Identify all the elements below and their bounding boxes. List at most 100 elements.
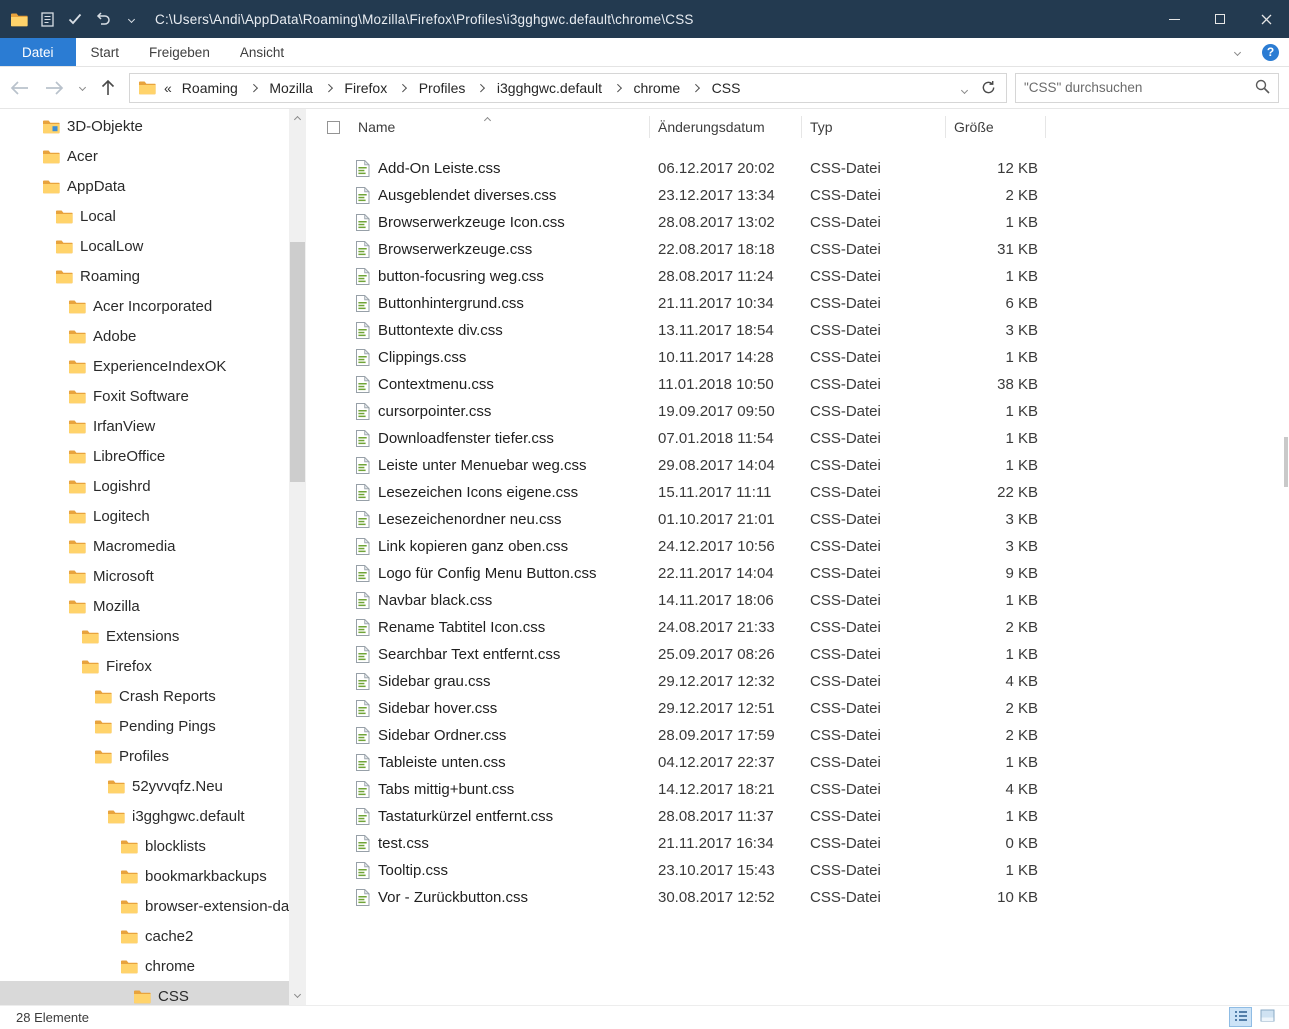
file-row[interactable]: Sidebar hover.css29.12.2017 12:51CSS-Dat… [320, 695, 1289, 722]
breadcrumb-item-firefox[interactable]: Firefox [338, 80, 393, 96]
minimize-button[interactable] [1151, 0, 1197, 38]
file-row[interactable]: Browserwerkzeuge Icon.css28.08.2017 13:0… [320, 209, 1289, 236]
sidebar-item-experienceindexok[interactable]: ExperienceIndexOK [0, 351, 289, 381]
sidebar-item-irfanview[interactable]: IrfanView [0, 411, 289, 441]
sidebar-item-logishrd[interactable]: Logishrd [0, 471, 289, 501]
ribbon-expand-chevron-icon[interactable] [1228, 43, 1246, 61]
sidebar-item-pending-pings[interactable]: Pending Pings [0, 711, 289, 741]
ribbon-tab-ansicht[interactable]: Ansicht [225, 38, 299, 66]
sidebar-item-firefox[interactable]: Firefox [0, 651, 289, 681]
column-header-type[interactable]: Typ [802, 116, 946, 138]
breadcrumb-separator-icon[interactable] [325, 84, 333, 92]
maximize-button[interactable] [1197, 0, 1243, 38]
file-row[interactable]: Clippings.css10.11.2017 14:28CSS-Datei1 … [320, 344, 1289, 371]
thumbnails-view-button[interactable] [1256, 1007, 1279, 1027]
forward-button[interactable] [45, 81, 64, 95]
file-row[interactable]: Rename Tabtitel Icon.css24.08.2017 21:33… [320, 614, 1289, 641]
refresh-icon[interactable] [981, 80, 996, 95]
sidebar-item-3d-objekte[interactable]: 3D-Objekte [0, 111, 289, 141]
back-button[interactable] [10, 81, 29, 95]
scroll-up-icon[interactable] [289, 111, 306, 128]
sidebar-item-libreoffice[interactable]: LibreOffice [0, 441, 289, 471]
breadcrumb-separator-icon[interactable] [250, 84, 258, 92]
sidebar-item-roaming[interactable]: Roaming [0, 261, 289, 291]
file-row[interactable]: Add-On Leiste.css06.12.2017 20:02CSS-Dat… [320, 155, 1289, 182]
breadcrumb-item-i3gghgwc-default[interactable]: i3gghgwc.default [491, 80, 608, 96]
file-row[interactable]: Tooltip.css23.10.2017 15:43CSS-Datei1 KB [320, 857, 1289, 884]
search-input[interactable] [1024, 80, 1255, 95]
sidebar-item-i3gghgwc-default[interactable]: i3gghgwc.default [0, 801, 289, 831]
sidebar-item-52yvvqfz-neu[interactable]: 52yvvqfz.Neu [0, 771, 289, 801]
sidebar-item-acer[interactable]: Acer [0, 141, 289, 171]
search-icon[interactable] [1255, 79, 1270, 97]
up-button[interactable] [101, 79, 115, 96]
breadcrumb-separator-icon[interactable] [399, 84, 407, 92]
file-row[interactable]: Tabs mittig+bunt.css14.12.2017 18:21CSS-… [320, 776, 1289, 803]
column-header-date[interactable]: Änderungsdatum [650, 116, 802, 138]
file-row[interactable]: Sidebar grau.css29.12.2017 12:32CSS-Date… [320, 668, 1289, 695]
file-row[interactable]: Lesezeichen Icons eigene.css15.11.2017 1… [320, 479, 1289, 506]
sidebar-item-css[interactable]: CSS [0, 981, 289, 1005]
sidebar-item-cache2[interactable]: cache2 [0, 921, 289, 951]
sidebar-item-browser-extension-da[interactable]: browser-extension-da [0, 891, 289, 921]
sidebar-item-blocklists[interactable]: blocklists [0, 831, 289, 861]
recent-locations-chevron-icon[interactable] [80, 85, 85, 90]
column-header-size[interactable]: Größe [946, 116, 1046, 138]
sidebar-item-macromedia[interactable]: Macromedia [0, 531, 289, 561]
sidebar-item-acer-incorporated[interactable]: Acer Incorporated [0, 291, 289, 321]
scroll-down-icon[interactable] [289, 986, 306, 1003]
help-icon[interactable]: ? [1262, 44, 1279, 61]
file-row[interactable]: Downloadfenster tiefer.css07.01.2018 11:… [320, 425, 1289, 452]
file-row[interactable]: Link kopieren ganz oben.css24.12.2017 10… [320, 533, 1289, 560]
sidebar-item-appdata[interactable]: AppData [0, 171, 289, 201]
file-row[interactable]: Browserwerkzeuge.css22.08.2017 18:18CSS-… [320, 236, 1289, 263]
sidebar-item-mozilla[interactable]: Mozilla [0, 591, 289, 621]
close-button[interactable] [1243, 0, 1289, 38]
breadcrumb-item-mozilla[interactable]: Mozilla [263, 80, 319, 96]
sidebar-scrollbar-thumb[interactable] [290, 242, 305, 482]
sidebar-item-crash-reports[interactable]: Crash Reports [0, 681, 289, 711]
column-header-name[interactable]: Name [350, 116, 650, 138]
sidebar-item-locallow[interactable]: LocalLow [0, 231, 289, 261]
sidebar-item-logitech[interactable]: Logitech [0, 501, 289, 531]
file-row[interactable]: Searchbar Text entfernt.css25.09.2017 08… [320, 641, 1289, 668]
details-view-button[interactable] [1229, 1007, 1252, 1027]
file-row[interactable]: Contextmenu.css11.01.2018 10:50CSS-Datei… [320, 371, 1289, 398]
search-box[interactable] [1015, 73, 1279, 103]
sidebar-item-chrome[interactable]: chrome [0, 951, 289, 981]
sidebar-scrollbar[interactable] [289, 109, 306, 1005]
breadcrumb-separator-icon[interactable] [477, 84, 485, 92]
file-row[interactable]: Tastaturkürzel entfernt.css28.08.2017 11… [320, 803, 1289, 830]
sidebar-item-profiles[interactable]: Profiles [0, 741, 289, 771]
file-row[interactable]: Vor - Zurückbutton.css30.08.2017 12:52CS… [320, 884, 1289, 911]
ribbon-tab-datei[interactable]: Datei [0, 38, 76, 66]
sidebar-item-bookmarkbackups[interactable]: bookmarkbackups [0, 861, 289, 891]
breadcrumb-separator-icon[interactable] [614, 84, 622, 92]
breadcrumb-item-css[interactable]: CSS [706, 80, 747, 96]
select-all-checkbox[interactable] [327, 121, 340, 134]
breadcrumb-overflow-button[interactable]: « [164, 80, 172, 96]
sidebar-item-extensions[interactable]: Extensions [0, 621, 289, 651]
file-row[interactable]: Buttontexte div.css13.11.2017 18:54CSS-D… [320, 317, 1289, 344]
address-box[interactable]: « Roaming Mozilla Firefox Profiles i3gghgwc.… [129, 73, 1007, 103]
breadcrumb-separator-icon[interactable] [692, 84, 700, 92]
file-row[interactable]: Lesezeichenordner neu.css01.10.2017 21:0… [320, 506, 1289, 533]
file-row[interactable]: Tableiste unten.css04.12.2017 22:37CSS-D… [320, 749, 1289, 776]
ribbon-tab-freigeben[interactable]: Freigeben [134, 38, 225, 66]
breadcrumb-item-profiles[interactable]: Profiles [413, 80, 472, 96]
file-row[interactable]: Sidebar Ordner.css28.09.2017 17:59CSS-Da… [320, 722, 1289, 749]
file-row[interactable]: Buttonhintergrund.css21.11.2017 10:34CSS… [320, 290, 1289, 317]
sidebar-item-microsoft[interactable]: Microsoft [0, 561, 289, 591]
sidebar-item-local[interactable]: Local [0, 201, 289, 231]
ribbon-tab-start[interactable]: Start [76, 38, 135, 66]
check-icon[interactable] [66, 10, 84, 28]
sidebar-item-adobe[interactable]: Adobe [0, 321, 289, 351]
address-dropdown-icon[interactable] [962, 80, 967, 96]
breadcrumb-item-roaming[interactable]: Roaming [176, 80, 244, 96]
properties-icon[interactable] [38, 10, 56, 28]
file-row[interactable]: test.css21.11.2017 16:34CSS-Datei0 KB [320, 830, 1289, 857]
undo-icon[interactable] [94, 10, 112, 28]
file-row[interactable]: button-focusring weg.css28.08.2017 11:24… [320, 263, 1289, 290]
file-row[interactable]: Leiste unter Menuebar weg.css29.08.2017 … [320, 452, 1289, 479]
qat-customize-chevron-icon[interactable] [122, 10, 140, 28]
